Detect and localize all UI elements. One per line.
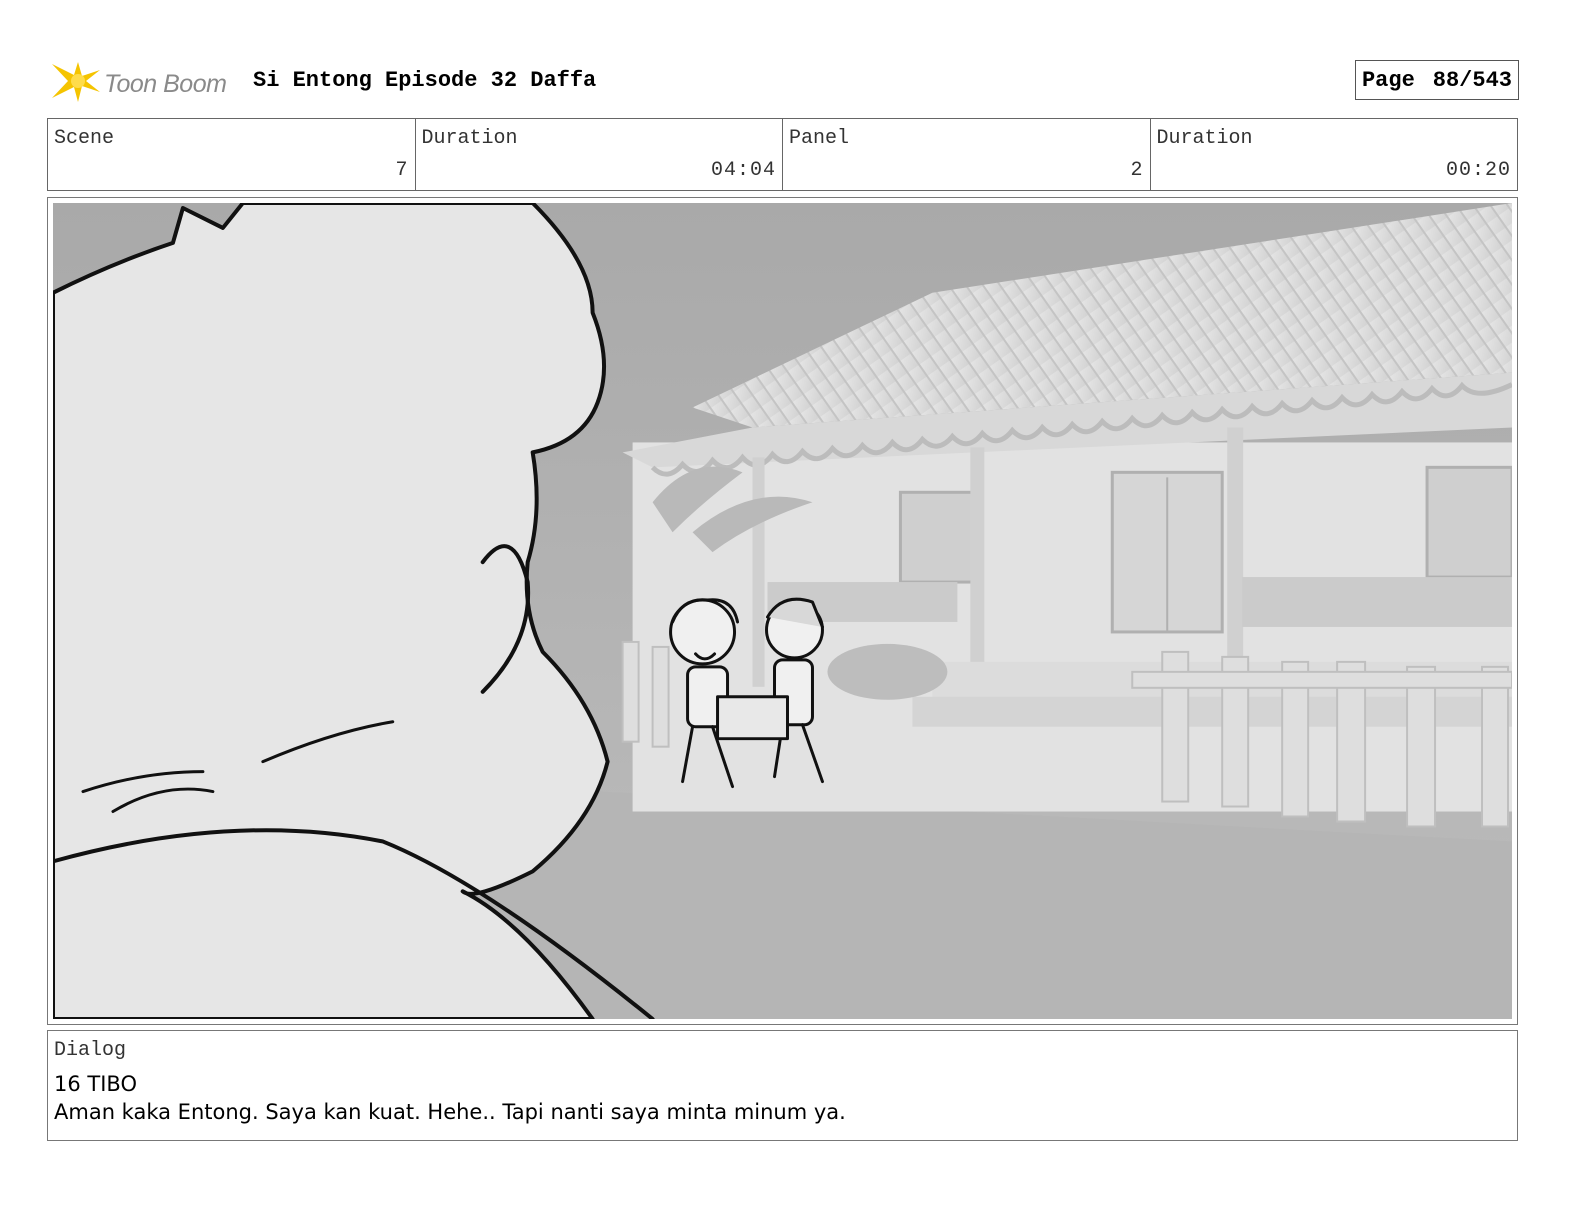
dialog-label: Dialog <box>54 1039 127 1062</box>
panel-image <box>53 203 1512 1019</box>
panel-value: 2 <box>1130 159 1144 182</box>
dialog-box: Dialog 16 TIBO Aman kaka Entong. Saya ka… <box>47 1030 1518 1141</box>
project-title: Si Entong Episode 32 Daffa <box>253 68 597 93</box>
scene-duration-cell: Duration 04:04 <box>416 119 783 190</box>
porch-post <box>970 447 985 687</box>
dialog-speaker: 16 TIBO <box>54 1072 137 1096</box>
window-right <box>1425 465 1512 579</box>
panel-cell: Panel 2 <box>783 119 1151 190</box>
page-number: 88/543 <box>1432 67 1512 93</box>
porch-railing <box>1242 577 1512 627</box>
porch-post <box>1227 427 1244 677</box>
storyboard-panel <box>47 197 1518 1025</box>
toon-boom-logo: Toon Boom <box>48 56 238 106</box>
page-header: Toon Boom Si Entong Episode 32 Daffa Pag… <box>48 52 1519 108</box>
page-label: Page <box>1361 67 1415 93</box>
scene-label: Scene <box>54 127 115 150</box>
bush <box>827 643 948 700</box>
page-indicator: Page 88/543 <box>1354 60 1519 100</box>
logo-text: Toon Boom <box>104 70 227 98</box>
porch-post <box>752 457 765 687</box>
panel-info-row: Scene 7 Duration 04:04 Panel 2 Duration … <box>47 118 1518 191</box>
window-left <box>898 490 980 584</box>
panel-duration-label: Duration <box>1156 127 1253 150</box>
panel-duration-cell: Duration 00:20 <box>1151 119 1518 190</box>
panel-sketch <box>53 203 1512 1019</box>
starburst-icon <box>52 62 100 102</box>
scene-duration-value: 04:04 <box>710 159 776 182</box>
panel-duration-value: 00:20 <box>1445 159 1511 182</box>
scene-value: 7 <box>395 159 409 182</box>
scene-duration-label: Duration <box>421 127 518 150</box>
scene-cell: Scene 7 <box>48 119 416 190</box>
dialog-line: Aman kaka Entong. Saya kan kuat. Hehe.. … <box>54 1100 846 1124</box>
carried-box <box>716 695 789 741</box>
panel-label: Panel <box>789 127 850 150</box>
